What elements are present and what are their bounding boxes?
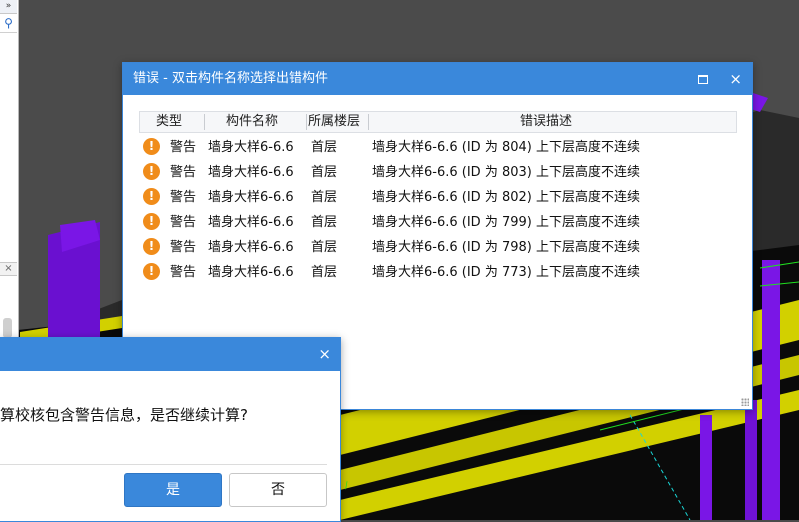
collapse-panel-button[interactable]: » [0, 0, 17, 14]
column-header-floor[interactable]: 所属楼层 [308, 112, 360, 132]
cell-floor: 首层 [311, 240, 338, 255]
resize-grip-icon[interactable] [741, 398, 749, 406]
cell-description: 墙身大样6-6.6 (ID 为 773) 上下层高度不连续 [372, 265, 640, 280]
cell-floor: 首层 [311, 165, 338, 180]
side-panel: » ⚲ × [0, 0, 19, 345]
cell-description: 墙身大样6-6.6 (ID 为 799) 上下层高度不连续 [372, 215, 640, 230]
cell-name[interactable]: 墙身大样6-6.6 [208, 235, 294, 260]
table-row[interactable]: ! 警告 墙身大样6-6.6 首层 墙身大样6-6.6 (ID 为 803) 上… [139, 160, 735, 185]
cell-name[interactable]: 墙身大样6-6.6 [208, 135, 294, 160]
column-header-name[interactable]: 构件名称 [226, 112, 278, 132]
scrollbar-thumb[interactable] [3, 318, 12, 338]
cell-type: 警告 [170, 240, 197, 255]
error-table-body: ! 警告 墙身大样6-6.6 首层 墙身大样6-6.6 (ID 为 804) 上… [139, 135, 735, 285]
cell-name[interactable]: 墙身大样6-6.6 [208, 260, 294, 285]
cell-type: 警告 [170, 215, 197, 230]
table-row[interactable]: ! 警告 墙身大样6-6.6 首层 墙身大样6-6.6 (ID 为 799) 上… [139, 210, 735, 235]
error-dialog-title: 错误 - 双击构件名称选择出错构件 [133, 71, 328, 86]
cell-name[interactable]: 墙身大样6-6.6 [208, 185, 294, 210]
warning-icon: ! [143, 238, 160, 255]
table-row[interactable]: ! 警告 墙身大样6-6.6 首层 墙身大样6-6.6 (ID 为 802) 上… [139, 185, 735, 210]
cell-description: 墙身大样6-6.6 (ID 为 802) 上下层高度不连续 [372, 190, 640, 205]
no-button[interactable]: 否 [229, 473, 327, 507]
confirm-message: 算校核包含警告信息，是否继续计算? [0, 406, 248, 424]
cell-type: 警告 [170, 140, 197, 155]
error-table-header: 类型 构件名称 所属楼层 错误描述 [139, 111, 737, 133]
cell-name[interactable]: 墙身大样6-6.6 [208, 210, 294, 235]
confirm-dialog-titlebar[interactable]: × [0, 338, 340, 371]
error-dialog-titlebar[interactable]: 错误 - 双击构件名称选择出错构件 × [123, 63, 752, 95]
warning-icon: ! [143, 263, 160, 280]
error-dialog-close-button[interactable]: × [729, 69, 742, 89]
cell-description: 墙身大样6-6.6 (ID 为 804) 上下层高度不连续 [372, 140, 640, 155]
search-icon[interactable]: ⚲ [0, 14, 17, 33]
column-header-type[interactable]: 类型 [156, 112, 182, 132]
divider [0, 464, 327, 465]
cell-floor: 首层 [311, 140, 338, 155]
cell-name[interactable]: 墙身大样6-6.6 [208, 160, 294, 185]
confirm-dialog-close-button[interactable]: × [318, 344, 331, 364]
cell-floor: 首层 [311, 265, 338, 280]
cell-floor: 首层 [311, 215, 338, 230]
warning-icon: ! [143, 163, 160, 180]
cell-floor: 首层 [311, 190, 338, 205]
cell-type: 警告 [170, 265, 197, 280]
cell-type: 警告 [170, 190, 197, 205]
warning-icon: ! [143, 213, 160, 230]
cell-description: 墙身大样6-6.6 (ID 为 803) 上下层高度不连续 [372, 165, 640, 180]
maximize-icon[interactable] [698, 75, 708, 84]
close-panel-button[interactable]: × [0, 262, 17, 276]
table-row[interactable]: ! 警告 墙身大样6-6.6 首层 墙身大样6-6.6 (ID 为 804) 上… [139, 135, 735, 160]
cell-description: 墙身大样6-6.6 (ID 为 798) 上下层高度不连续 [372, 240, 640, 255]
cell-type: 警告 [170, 165, 197, 180]
table-row[interactable]: ! 警告 墙身大样6-6.6 首层 墙身大样6-6.6 (ID 为 798) 上… [139, 235, 735, 260]
yes-button[interactable]: 是 [124, 473, 222, 507]
table-row[interactable]: ! 警告 墙身大样6-6.6 首层 墙身大样6-6.6 (ID 为 773) 上… [139, 260, 735, 285]
column-header-description[interactable]: 错误描述 [520, 112, 572, 132]
confirm-dialog: × 算校核包含警告信息，是否继续计算? 是 否 [0, 337, 341, 522]
warning-icon: ! [143, 138, 160, 155]
svg-text:—: — [341, 480, 352, 491]
warning-icon: ! [143, 188, 160, 205]
